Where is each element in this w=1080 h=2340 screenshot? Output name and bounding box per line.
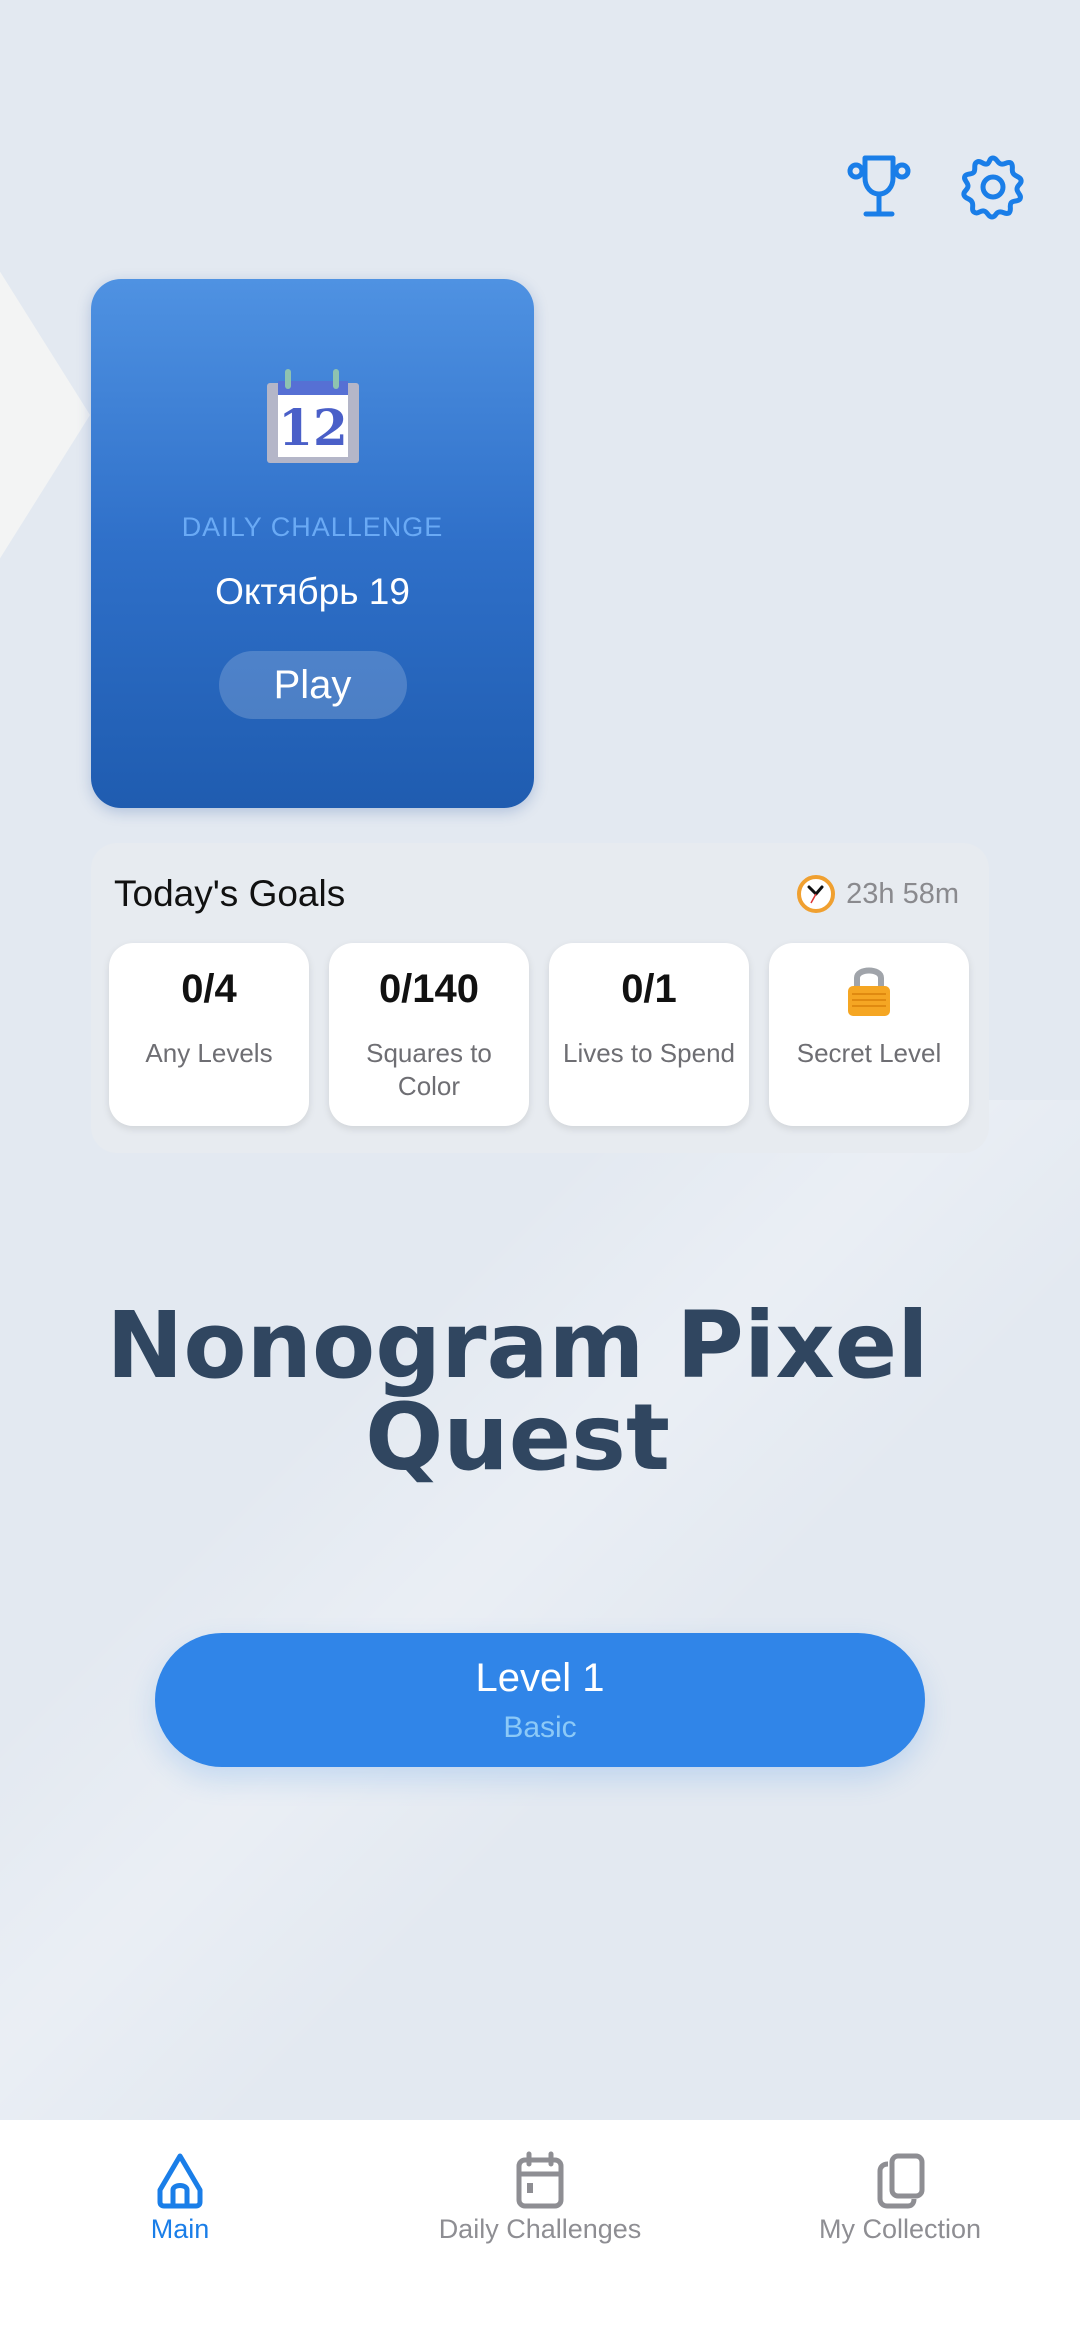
background-shape	[0, 270, 90, 560]
goal-value: 0/1	[621, 967, 677, 1011]
goal-label: Secret Level	[796, 1038, 942, 1068]
tab-label: Main	[150, 2214, 210, 2244]
goal-value: 0/140	[378, 967, 480, 1011]
play-button[interactable]: Play	[218, 651, 407, 719]
background-shape	[0, 1100, 1080, 2120]
clock-icon	[797, 875, 836, 913]
daily-challenge-label: DAILY CHALLENGE	[181, 512, 444, 542]
calendar-icon: 12	[266, 369, 359, 463]
timer-text: 23h 58m	[846, 877, 959, 910]
level-subtitle: Basic	[503, 1710, 577, 1744]
header-actions	[842, 150, 1030, 224]
goal-card-any-levels[interactable]: 0/4 Any Levels	[109, 943, 309, 1126]
tab-daily-challenges[interactable]: Daily Challenges	[360, 2120, 720, 2340]
calendar-icon	[516, 2151, 564, 2209]
goals-timer: 23h 58m	[796, 874, 959, 914]
settings-button[interactable]	[956, 150, 1030, 224]
goal-card-squares[interactable]: 0/140 Squares to Color	[329, 943, 529, 1126]
calendar-day: 12	[278, 398, 348, 457]
level-title: Level 1	[475, 1655, 605, 1700]
trophy-button[interactable]	[842, 150, 916, 224]
tab-label: My Collection	[818, 2214, 982, 2244]
goal-label: Lives to Spend	[562, 1038, 735, 1068]
goal-card-lives[interactable]: 0/1 Lives to Spend	[549, 943, 749, 1126]
goal-value: 0/4	[181, 967, 237, 1011]
collection-icon	[877, 2153, 925, 2209]
lock-icon	[848, 967, 890, 1016]
tab-label: Daily Challenges	[438, 2214, 642, 2244]
daily-challenge-date: Октябрь 19	[215, 571, 410, 612]
tab-my-collection[interactable]: My Collection	[720, 2120, 1080, 2340]
gear-icon	[961, 155, 1024, 220]
tab-main[interactable]: Main	[0, 2120, 360, 2340]
app-title: Nonogram Pixel Quest	[106, 1292, 929, 1491]
tab-bar: Main Daily Challenges My Collection	[0, 2120, 1080, 2340]
goal-label: Squares to Color	[366, 1038, 492, 1101]
level-button[interactable]: Level 1 Basic	[155, 1633, 925, 1767]
home-icon	[157, 2153, 203, 2209]
trophy-icon	[847, 155, 911, 217]
goal-label: Any Levels	[145, 1038, 273, 1068]
goals-title: Today's Goals	[114, 873, 346, 914]
goal-card-secret-level[interactable]: Secret Level	[769, 943, 969, 1126]
daily-challenge-card[interactable]: 12 DAILY CHALLENGE Октябрь 19 Play	[91, 279, 534, 808]
todays-goals-panel: Today's Goals 23h 58m 0/4 Any Levels 0/1…	[91, 843, 989, 1153]
